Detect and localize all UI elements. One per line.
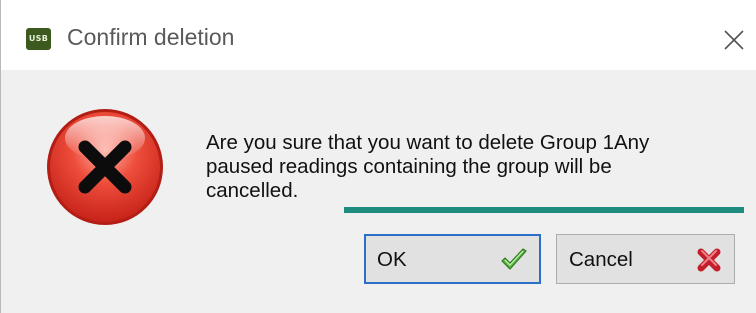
checkmark-icon xyxy=(501,248,527,270)
confirmation-message: Are you sure that you want to delete Gro… xyxy=(206,131,650,202)
cancel-button[interactable]: Cancel xyxy=(556,234,735,284)
red-x-icon xyxy=(697,248,721,272)
accent-line xyxy=(344,207,744,213)
title-bar: USB Confirm deletion xyxy=(1,0,756,70)
close-icon[interactable] xyxy=(716,22,752,58)
ok-button[interactable]: OK xyxy=(364,234,541,284)
confirm-deletion-dialog: USB Confirm deletion Are you sure that y… xyxy=(0,0,756,313)
app-logo-icon: USB xyxy=(26,28,51,50)
cancel-button-label: Cancel xyxy=(569,248,633,271)
ok-button-label: OK xyxy=(377,248,407,271)
dialog-content: Are you sure that you want to delete Gro… xyxy=(1,70,756,313)
window-title: Confirm deletion xyxy=(67,24,235,50)
error-icon xyxy=(47,109,163,225)
